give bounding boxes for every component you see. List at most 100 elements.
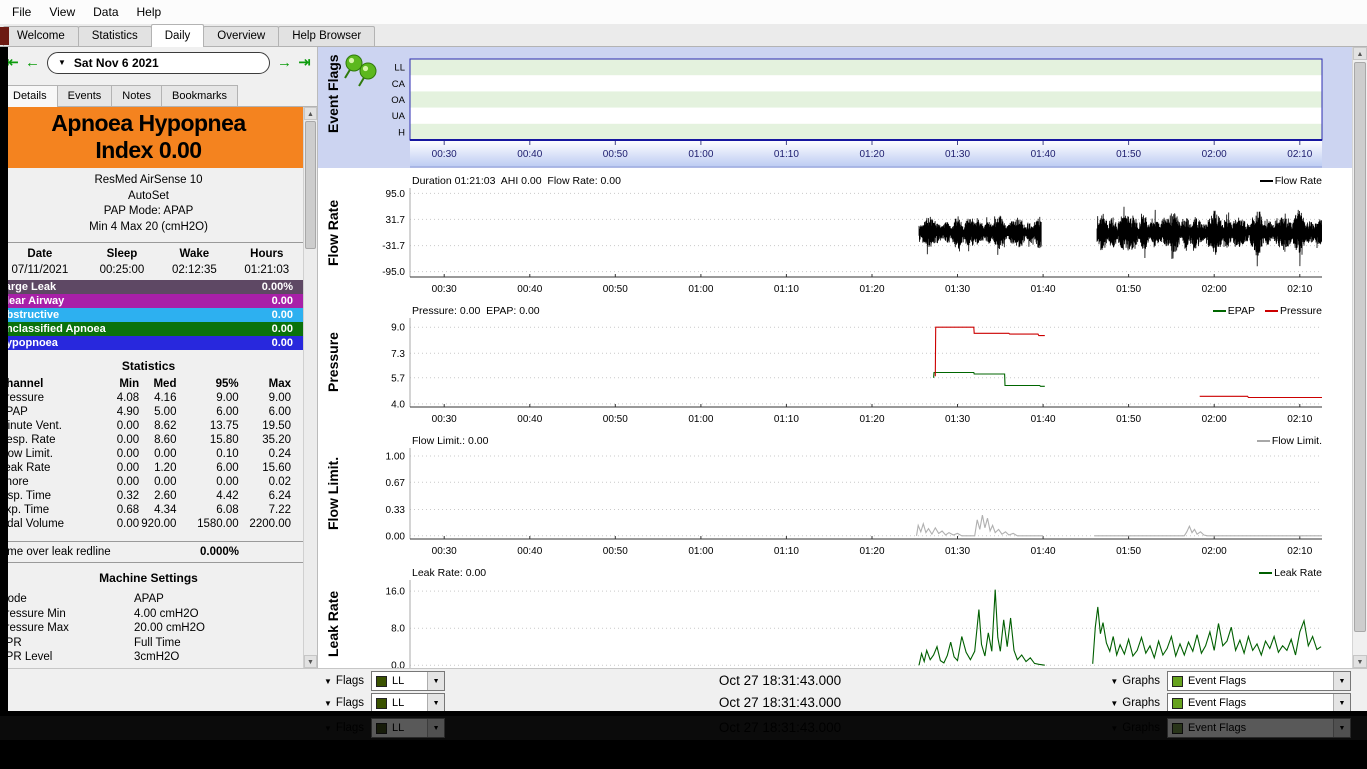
svg-text:01:30: 01:30 [945, 149, 970, 160]
svg-text:-95.0: -95.0 [382, 267, 405, 278]
flow-limit-plot[interactable]: 1.00 0.67 0.33 0.00 00:30 00:40 00:50 01:00 01:1… [318, 448, 1352, 561]
session-times-header: Date Sleep Wake Hours [0, 245, 303, 262]
next-day-button[interactable]: → [276, 54, 293, 71]
ghost-event-type-value: LL [392, 697, 405, 709]
svg-text:00:40: 00:40 [517, 284, 542, 295]
menu-data[interactable]: Data [84, 1, 127, 23]
tab-welcome[interactable]: Welcome [3, 26, 79, 46]
session-times-table: Date Sleep Wake Hours 07/11/2021 00:25:0… [0, 245, 303, 277]
graph-select-combobox[interactable]: Event Flags ▼ [1167, 671, 1351, 691]
flow-rate-plot[interactable]: 95.0 31.7 -31.7 -95.0 00:30 00:40 00:50 01:00 01… [318, 188, 1352, 299]
tab-events[interactable]: Events [56, 85, 113, 106]
tab-overview[interactable]: Overview [203, 26, 280, 46]
bookmark-pin-icon [358, 62, 377, 87]
ghost-cursor-timestamp: Oct 27 18:31:43.000 [718, 720, 842, 735]
legend-item: Flow Rate [1259, 175, 1322, 187]
svg-text:01:30: 01:30 [945, 414, 970, 425]
event-type-combobox[interactable]: LL ▼ [371, 671, 446, 691]
sidebar-scrollbar[interactable]: ▲ ▼ [303, 107, 317, 668]
flow-rate-legend: Flow Rate [1259, 175, 1322, 187]
svg-text:7.3: 7.3 [391, 349, 405, 360]
scroll-down-icon[interactable]: ▼ [1353, 655, 1367, 668]
tab-notes[interactable]: Notes [111, 85, 163, 106]
menu-file[interactable]: File [3, 1, 40, 23]
legend-item: Pressure [1264, 305, 1322, 317]
svg-text:00:50: 00:50 [603, 414, 628, 425]
combobox-arrow-icon: ▼ [1333, 672, 1350, 690]
svg-text:00:30: 00:30 [432, 414, 457, 425]
combobox-arrow-icon: ▼ [427, 672, 445, 690]
machine-setting-row: EPR Full Time [0, 636, 181, 649]
statistics-row: Pressure 4.08 4.16 9.00 9.00 [0, 392, 291, 404]
scroll-up-icon[interactable]: ▲ [304, 107, 317, 120]
ghost-flags-dropdown-button: ▼ Flags [324, 722, 364, 734]
flow-limit-legend: Flow Limit. [1256, 435, 1322, 447]
menu-bar: File View Data Help [0, 0, 1367, 24]
scroll-up-icon[interactable]: ▲ [1353, 47, 1367, 60]
tab-daily[interactable]: Daily [150, 24, 205, 47]
tab-statistics[interactable]: Statistics [77, 26, 152, 46]
session-date: 07/11/2021 [11, 263, 69, 276]
menu-view[interactable]: View [40, 1, 84, 23]
graph-select-value: Event Flags [1188, 675, 1247, 687]
svg-text:01:40: 01:40 [1031, 414, 1056, 425]
flags-dropdown-button[interactable]: ▼ Flags [324, 675, 364, 687]
svg-text:00:40: 00:40 [517, 149, 542, 160]
machine-info: ResMed AirSense 10 AutoSet PAP Mode: APA… [0, 168, 303, 243]
leak-rate-plot[interactable]: 16.0 8.0 0.0 [318, 580, 1352, 668]
ghost-event-type-combobox: LL ▼ [371, 718, 446, 738]
svg-text:H: H [398, 127, 405, 138]
event-flags-plot[interactable]: LL CA OA UA H 00:30 00:40 00:50 01:00 01:10 01:20 0… [318, 47, 1352, 168]
tab-bookmarks[interactable]: Bookmarks [161, 85, 239, 106]
cursor-timestamp: Oct 27 18:31:43.000 [718, 673, 842, 688]
date-dropdown[interactable]: ▼ Sat Nov 6 2021 [47, 51, 270, 74]
graphs-area: Event Flags LL CA OA UA H 00:30 00:40 00:50 01:0… [318, 47, 1352, 668]
bottom-toolbar: ▼ Flags LL ▼ Oct 27 18:31:43.000 ▼ Graph… [0, 668, 1367, 692]
ghost-event-color-swatch [376, 697, 388, 709]
event-row: Hypopnoea 0.00 [0, 336, 303, 350]
graphs-scrollbar-thumb[interactable] [1354, 62, 1366, 632]
bottom-toolbar-ghost: ▼ Flags LL ▼ Oct 27 18:31:43.000 ▼ Graph… [0, 692, 1367, 711]
statistics-rows: Pressure 4.08 4.16 9.00 9.00 EPAP 4.90 5.00 6.00… [0, 391, 303, 531]
ghost-graphs-dropdown-label: Graphs [1122, 697, 1160, 709]
previous-day-button[interactable]: ← [24, 54, 41, 71]
scroll-down-icon[interactable]: ▼ [304, 655, 317, 668]
left-panel: ⇤ ← ▼ Sat Nov 6 2021 → ⇥ Details Events … [0, 47, 318, 668]
svg-text:01:40: 01:40 [1031, 284, 1056, 295]
graphs-scrollbar[interactable]: ▲ ▼ [1352, 47, 1367, 668]
pressure-plot[interactable]: 9.0 7.3 5.7 4.0 00:30 00:40 00:50 01:00 01:10 01:… [318, 318, 1352, 429]
leak-redline-value: 0.000% [199, 546, 239, 558]
svg-text:UA: UA [392, 111, 406, 122]
legend-line-icon [1259, 571, 1273, 574]
ghost-caret-down-icon: ▼ [1110, 698, 1119, 708]
detail-tab-bar: Details Events Notes Bookmarks [0, 78, 317, 107]
svg-text:02:10: 02:10 [1287, 284, 1312, 295]
svg-text:01:00: 01:00 [688, 284, 713, 295]
pap-mode: PAP Mode: APAP [103, 205, 194, 217]
svg-text:02:10: 02:10 [1287, 414, 1312, 425]
svg-text:-31.7: -31.7 [382, 241, 405, 252]
caret-down-icon: ▼ [324, 676, 332, 686]
ghost-combobox-arrow-icon: ▼ [427, 719, 445, 737]
ghost-event-type-value: LL [392, 722, 405, 734]
statistics-row: Flow Limit. 0.00 0.00 0.10 0.24 [0, 448, 291, 460]
pressure-status-text: Pressure: 0.00 EPAP: 0.00 [412, 304, 540, 317]
current-date-label: Sat Nov 6 2021 [73, 55, 159, 70]
machine-setting-row: Pressure Min 4.00 cmH2O [0, 607, 199, 620]
event-row: Unclassified Apnoea 0.00 [0, 322, 303, 336]
ghost-combobox-arrow-icon: ▼ [427, 694, 445, 711]
menu-help[interactable]: Help [128, 1, 171, 23]
tab-details[interactable]: Details [2, 85, 58, 107]
sidebar-scrollbar-thumb[interactable] [305, 121, 316, 249]
svg-text:0.0: 0.0 [391, 661, 405, 668]
tab-help-browser[interactable]: Help Browser [278, 26, 376, 46]
details-panel: Apnoea Hypopnea Index 0.00 ResMed AirSen… [0, 107, 303, 668]
svg-text:00:40: 00:40 [517, 414, 542, 425]
ahi-title-line2: Index 0.00 [95, 137, 202, 163]
svg-text:02:00: 02:00 [1202, 284, 1227, 295]
svg-text:01:50: 01:50 [1116, 414, 1141, 425]
last-day-button[interactable]: ⇥ [296, 54, 313, 71]
left-edge-glitch-fragment [0, 27, 9, 45]
graphs-dropdown-button[interactable]: ▼ Graphs [1110, 675, 1160, 687]
ghost-caret-down-icon: ▼ [1110, 723, 1119, 733]
